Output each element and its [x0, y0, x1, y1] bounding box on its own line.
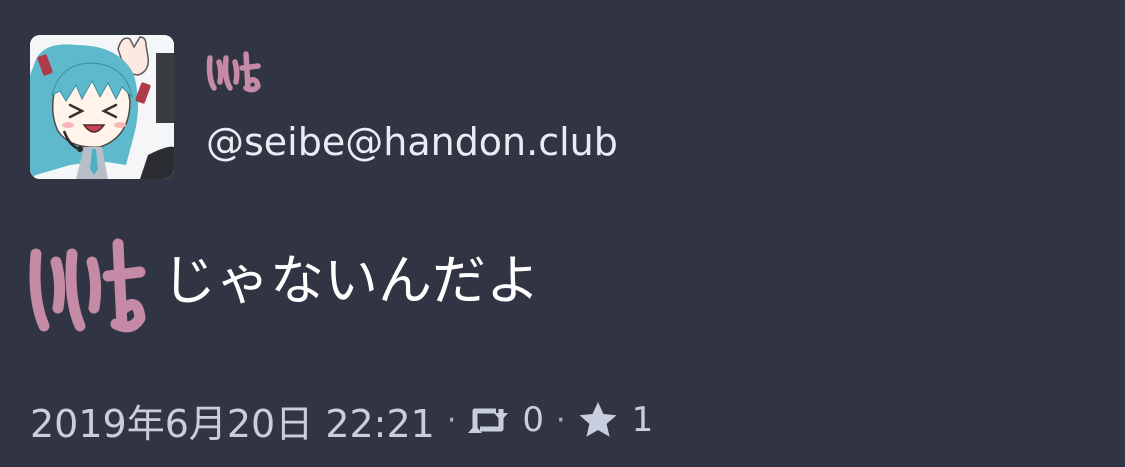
star-icon[interactable] [578, 401, 618, 439]
account-handle[interactable]: @seibe@handon.club [206, 120, 618, 164]
favourite-count: 1 [631, 400, 654, 440]
retweet-icon[interactable] [468, 403, 509, 437]
status-timestamp[interactable]: 2019年6月20日 22:21 [30, 393, 435, 448]
boost-count: 0 [522, 400, 545, 440]
avatar-image [30, 35, 174, 179]
status-card: @seibe@handon.club じゃないんだよ 2019年6月20日 22… [0, 0, 1125, 467]
status-content: じゃないんだよ [28, 228, 540, 346]
meta-separator: · [446, 402, 457, 438]
display-name[interactable] [206, 46, 262, 96]
emoji-iiyo-icon [206, 51, 261, 93]
avatar[interactable] [30, 35, 174, 179]
status-text: じゃないんだよ [162, 249, 540, 312]
meta-separator: · [556, 402, 566, 438]
status-meta: 2019年6月20日 22:21 · 0 · 1 [30, 396, 654, 446]
emoji-iiyo-icon [29, 238, 146, 333]
